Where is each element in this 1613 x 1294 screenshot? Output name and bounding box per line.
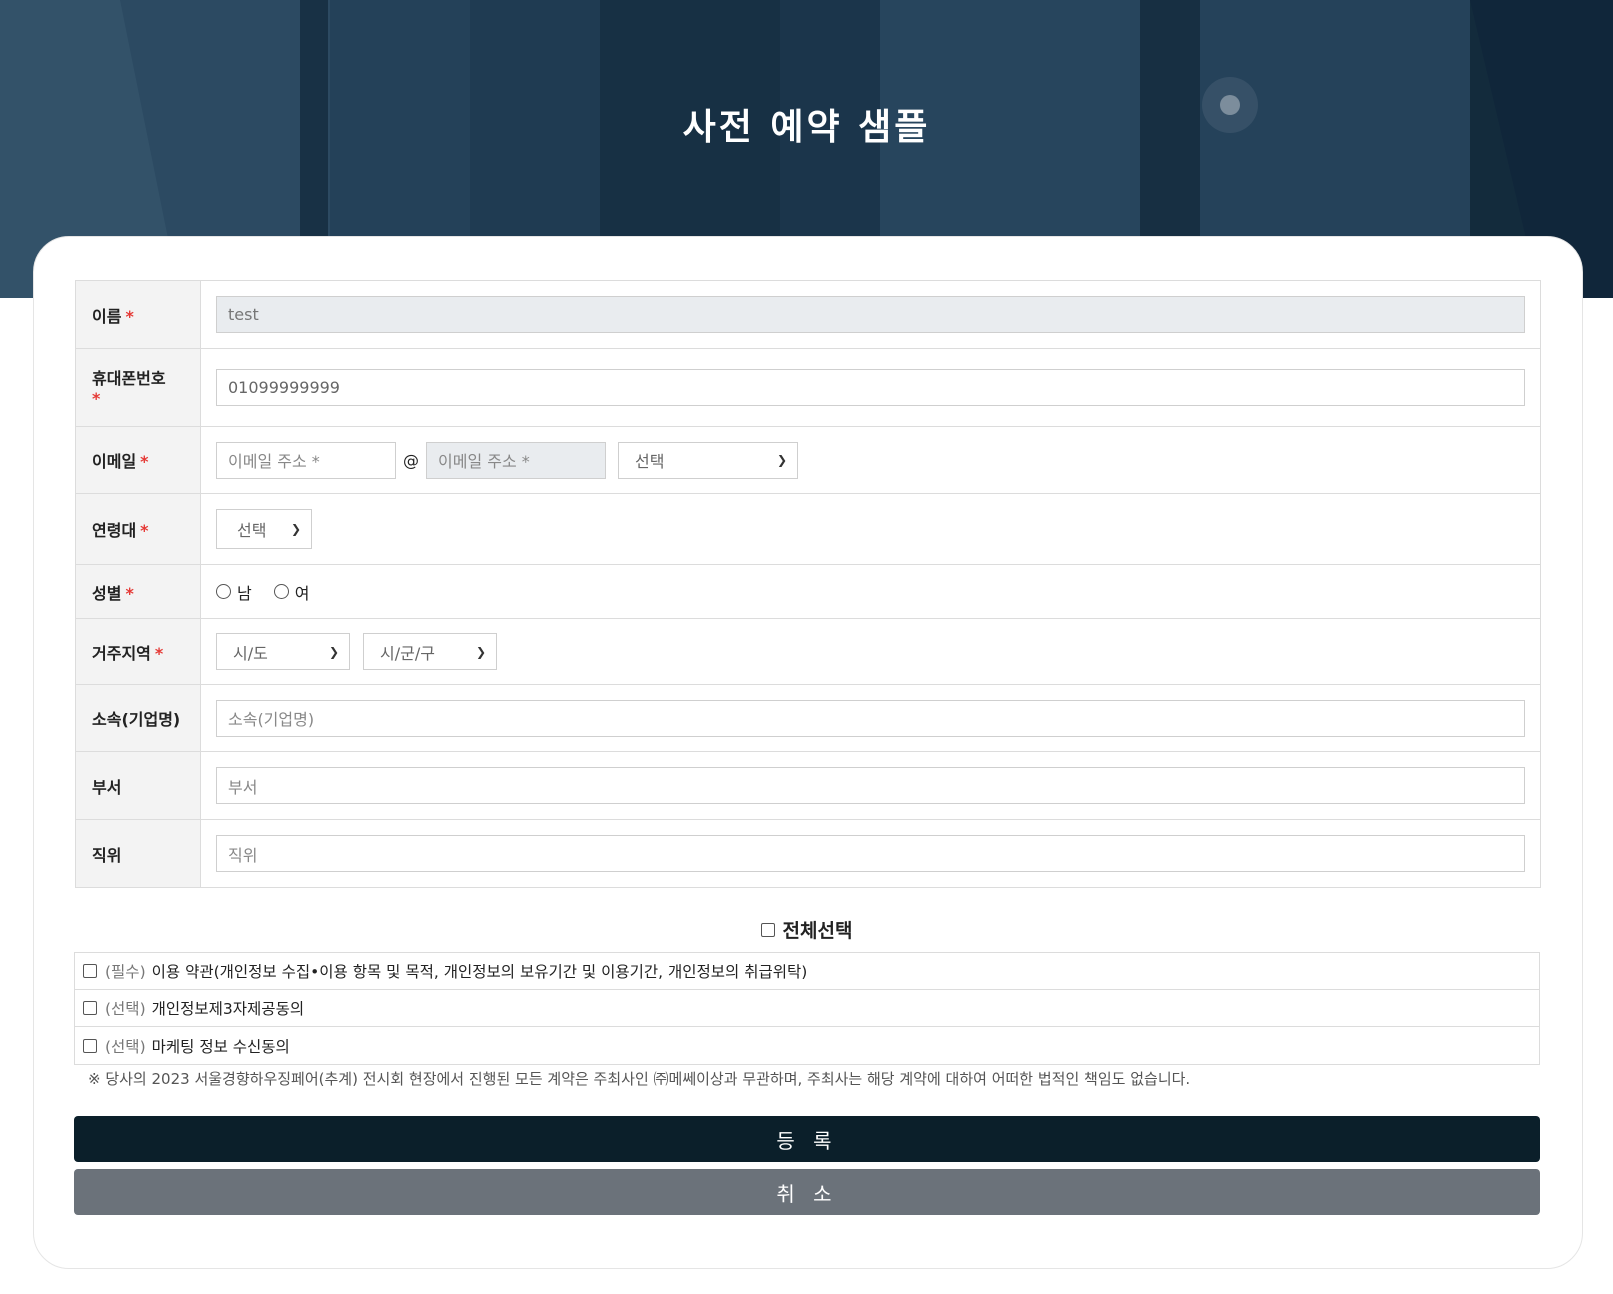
submit-button[interactable]: 등 록 xyxy=(74,1116,1540,1162)
row-dept: 부서 부서 xyxy=(75,751,1541,820)
registration-form: 이름 * test 휴대폰번호 * 01099999999 이메일 * 이메일 주소 … xyxy=(75,280,1541,888)
consent-item: (선택) 마케팅 정보 수신동의 xyxy=(75,1027,1539,1064)
row-age: 연령대 * 선택 ❯ xyxy=(75,493,1541,565)
gender-female-label: 여 xyxy=(294,583,310,603)
age-select[interactable]: 선택 ❯ xyxy=(216,509,312,549)
label-age: 연령대 * xyxy=(75,493,201,565)
row-email: 이메일 * 이메일 주소 * @ 이메일 주소 * 선택 ❯ xyxy=(75,426,1541,494)
email-local-input[interactable]: 이메일 주소 * xyxy=(216,441,396,479)
row-position: 직위 직위 xyxy=(75,819,1541,888)
label-gender: 성별 * xyxy=(75,564,201,619)
name-input[interactable]: test xyxy=(216,296,1525,333)
row-phone: 휴대폰번호 * 01099999999 xyxy=(75,348,1541,427)
sigungu-select[interactable]: 시/군/구 ❯ xyxy=(363,633,497,670)
gender-male-label: 남 xyxy=(237,583,252,603)
gender-male-radio[interactable] xyxy=(216,584,231,599)
disclaimer-notice: ※ 당사의 2023 서울경향하우징페어(추계) 전시회 현장에서 진행된 모든… xyxy=(88,1070,1191,1088)
consent-item: (필수) 이용 약관(개인정보 수집•이용 항목 및 목적, 개인정보의 보유기… xyxy=(75,953,1539,990)
select-all: 전체선택 xyxy=(0,916,1613,943)
chevron-down-icon: ❯ xyxy=(776,453,787,467)
consent-third-party-label[interactable]: 개인정보제3자제공동의 xyxy=(152,997,304,1019)
row-region: 거주지역 * 시/도 ❯ 시/군/구 ❯ xyxy=(75,618,1541,685)
consent-item: (선택) 개인정보제3자제공동의 xyxy=(75,990,1539,1027)
label-region: 거주지역 * xyxy=(75,618,201,685)
at-sign: @ xyxy=(403,450,419,470)
phone-input[interactable]: 01099999999 xyxy=(216,369,1525,406)
label-dept: 부서 xyxy=(75,751,201,820)
dept-input[interactable]: 부서 xyxy=(216,767,1525,804)
select-all-label: 전체선택 xyxy=(782,920,853,942)
company-input[interactable]: 소속(기업명) xyxy=(216,699,1525,737)
sido-select[interactable]: 시/도 ❯ xyxy=(216,633,350,670)
page-title: 사전 예약 샘플 xyxy=(682,107,931,148)
consent-third-party-checkbox[interactable] xyxy=(83,1001,97,1015)
email-domain-input[interactable]: 이메일 주소 * xyxy=(426,441,606,479)
cancel-button[interactable]: 취 소 xyxy=(74,1169,1540,1215)
form-card: 이름 * test 휴대폰번호 * 01099999999 이메일 * 이메일 주소 … xyxy=(33,236,1583,1269)
label-company: 소속(기업명) xyxy=(75,684,201,752)
row-gender: 성별 * 남 여 xyxy=(75,564,1541,619)
label-position: 직위 xyxy=(75,819,201,888)
row-name: 이름 * test xyxy=(75,280,1541,349)
consent-terms-checkbox[interactable] xyxy=(83,964,97,978)
consent-list: (필수) 이용 약관(개인정보 수집•이용 항목 및 목적, 개인정보의 보유기… xyxy=(74,952,1540,1065)
consent-marketing-checkbox[interactable] xyxy=(83,1038,97,1053)
chevron-down-icon: ❯ xyxy=(328,644,339,659)
select-all-checkbox[interactable] xyxy=(760,922,775,937)
chevron-down-icon: ❯ xyxy=(475,644,486,659)
label-name: 이름 * xyxy=(75,280,201,349)
email-domain-select[interactable]: 선택 ❯ xyxy=(618,441,798,479)
label-email: 이메일 * xyxy=(75,426,201,494)
gender-female-radio[interactable] xyxy=(273,584,289,599)
position-input[interactable]: 직위 xyxy=(216,835,1525,872)
consent-marketing-label[interactable]: 마케팅 정보 수신동의 xyxy=(152,1035,290,1057)
row-company: 소속(기업명) 소속(기업명) xyxy=(75,684,1541,752)
consent-terms-label[interactable]: 이용 약관(개인정보 수집•이용 항목 및 목적, 개인정보의 보유기간 및 이… xyxy=(152,960,808,982)
chevron-down-icon: ❯ xyxy=(290,522,301,536)
label-phone: 휴대폰번호 * xyxy=(75,348,201,427)
